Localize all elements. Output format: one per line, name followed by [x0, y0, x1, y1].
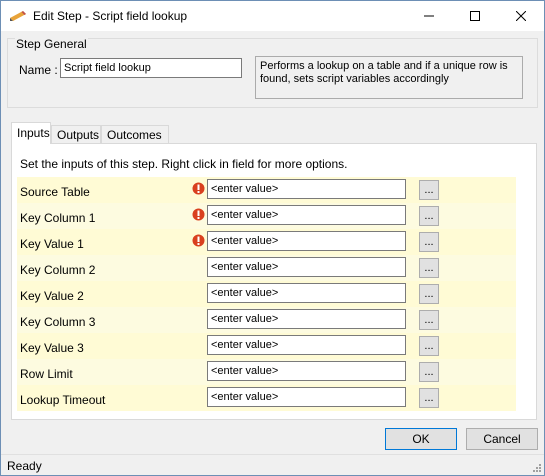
browse-button[interactable]: ...	[419, 258, 439, 278]
input-row: Row Limit <enter value>...	[17, 359, 516, 385]
minimize-icon	[424, 15, 434, 17]
input-value-field[interactable]: <enter value>	[207, 387, 406, 407]
input-row: Key Value 1 <enter value>...	[17, 229, 516, 255]
close-icon	[516, 11, 526, 21]
cancel-button[interactable]: Cancel	[466, 428, 538, 450]
name-field[interactable]: Script field lookup	[60, 58, 242, 78]
browse-button[interactable]: ...	[419, 232, 439, 252]
step-description: Performs a lookup on a table and if a un…	[255, 56, 523, 99]
input-row-label: Key Column 2	[20, 263, 96, 277]
input-row: Key Value 2 <enter value>...	[17, 281, 516, 307]
input-row: Lookup Timeout <enter value>...	[17, 385, 516, 411]
input-row-label: Source Table	[20, 185, 90, 199]
minimize-button[interactable]	[406, 1, 452, 31]
error-icon	[192, 208, 205, 221]
input-row-label: Lookup Timeout	[20, 393, 106, 407]
window-title: Edit Step - Script field lookup	[33, 9, 188, 23]
tab-outcomes[interactable]: Outcomes	[101, 125, 169, 144]
browse-button[interactable]: ...	[419, 284, 439, 304]
input-row-label: Key Value 3	[20, 341, 84, 355]
browse-button[interactable]: ...	[419, 180, 439, 200]
input-row-label: Row Limit	[20, 367, 73, 381]
input-value-field[interactable]: <enter value>	[207, 335, 406, 355]
ok-button[interactable]: OK	[385, 428, 457, 450]
input-value-field[interactable]: <enter value>	[207, 179, 406, 199]
input-row-label: Key Column 1	[20, 211, 96, 225]
resize-grip-icon[interactable]	[531, 462, 541, 472]
input-value-field[interactable]: <enter value>	[207, 361, 406, 381]
input-row-label: Key Value 2	[20, 289, 84, 303]
input-row-label: Key Value 1	[20, 237, 84, 251]
browse-button[interactable]: ...	[419, 362, 439, 382]
input-row: Key Column 1 <enter value>...	[17, 203, 516, 229]
error-icon	[192, 182, 205, 195]
inputs-instructions: Set the inputs of this step. Right click…	[20, 157, 348, 171]
input-row: Key Column 3 <enter value>...	[17, 307, 516, 333]
input-value-field[interactable]: <enter value>	[207, 205, 406, 225]
input-value-field[interactable]: <enter value>	[207, 283, 406, 303]
close-button[interactable]	[498, 1, 544, 31]
title-bar[interactable]: Edit Step - Script field lookup	[1, 1, 544, 31]
tab-outputs[interactable]: Outputs	[51, 125, 101, 144]
error-icon	[192, 234, 205, 247]
edit-step-window: Edit Step - Script field lookup Step Gen…	[0, 0, 545, 476]
input-value-field[interactable]: <enter value>	[207, 257, 406, 277]
maximize-button[interactable]	[452, 1, 498, 31]
input-row: Key Value 3 <enter value>...	[17, 333, 516, 359]
input-row: Source Table <enter value>...	[17, 177, 516, 203]
browse-button[interactable]: ...	[419, 206, 439, 226]
browse-button[interactable]: ...	[419, 388, 439, 408]
input-row: Key Column 2 <enter value>...	[17, 255, 516, 281]
status-bar: Ready	[1, 454, 544, 475]
input-value-field[interactable]: <enter value>	[207, 231, 406, 251]
tab-inputs[interactable]: Inputs	[11, 122, 51, 144]
status-text: Ready	[7, 459, 42, 473]
browse-button[interactable]: ...	[419, 310, 439, 330]
browse-button[interactable]: ...	[419, 336, 439, 356]
pencil-icon	[10, 11, 26, 21]
input-value-field[interactable]: <enter value>	[207, 309, 406, 329]
step-general-legend: Step General	[15, 37, 88, 51]
maximize-icon	[470, 11, 480, 21]
name-label: Name :	[19, 63, 58, 77]
input-row-label: Key Column 3	[20, 315, 96, 329]
